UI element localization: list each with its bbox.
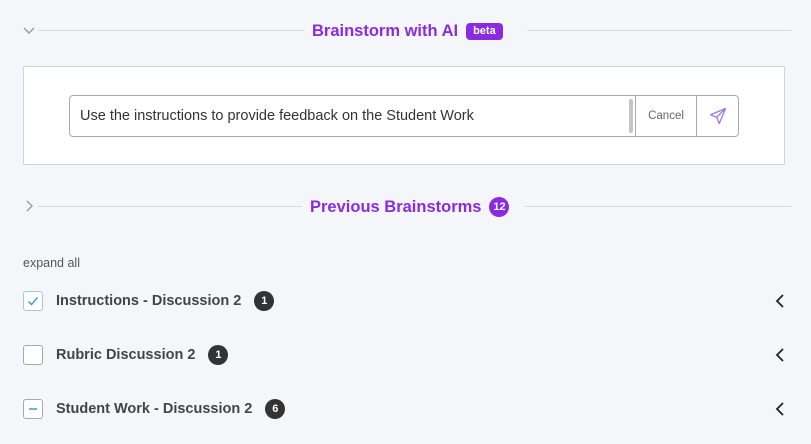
item-count-badge: 1 — [254, 291, 275, 311]
send-button[interactable] — [696, 96, 738, 136]
chevron-left-icon[interactable] — [772, 293, 788, 309]
prompt-box: Cancel — [69, 95, 739, 137]
brainstorm-item: Student Work - Discussion 2 6 — [23, 398, 788, 420]
item-label: Student Work - Discussion 2 — [56, 401, 253, 417]
divider-line — [38, 30, 304, 31]
item-label: Instructions - Discussion 2 — [56, 293, 242, 309]
brainstorm-panel: Cancel — [23, 66, 785, 165]
brainstorm-item: Rubric Discussion 2 1 — [23, 344, 788, 366]
checkmark-icon — [27, 297, 39, 306]
item-checkbox[interactable] — [23, 291, 43, 311]
divider-line — [525, 206, 791, 207]
chevron-down-icon[interactable] — [22, 23, 36, 37]
previous-title: Previous Brainstorms — [310, 197, 482, 216]
brainstorm-title: Brainstorm with AI — [312, 21, 459, 40]
item-count-badge: 1 — [208, 345, 229, 365]
expand-all-link[interactable]: expand all — [23, 256, 80, 270]
resize-handle[interactable] — [629, 99, 633, 133]
chevron-right-icon[interactable] — [22, 199, 36, 213]
beta-badge: beta — [466, 22, 503, 40]
chevron-left-icon[interactable] — [772, 347, 788, 363]
divider-line — [527, 30, 791, 31]
minus-icon — [29, 408, 37, 410]
paper-plane-icon — [709, 107, 726, 125]
previous-count-badge: 12 — [489, 197, 510, 217]
item-label: Rubric Discussion 2 — [56, 347, 196, 363]
chevron-left-icon[interactable] — [772, 401, 788, 417]
divider-line — [38, 206, 302, 207]
item-count-badge: 6 — [265, 399, 286, 419]
brainstorm-section-header: Brainstorm with AI beta — [22, 20, 811, 42]
prompt-input[interactable] — [70, 96, 629, 136]
item-checkbox[interactable] — [23, 345, 43, 365]
cancel-button[interactable]: Cancel — [635, 96, 696, 136]
item-checkbox[interactable] — [23, 399, 43, 419]
brainstorm-item: Instructions - Discussion 2 1 — [23, 290, 788, 312]
previous-section-header: Previous Brainstorms 12 — [22, 196, 811, 218]
